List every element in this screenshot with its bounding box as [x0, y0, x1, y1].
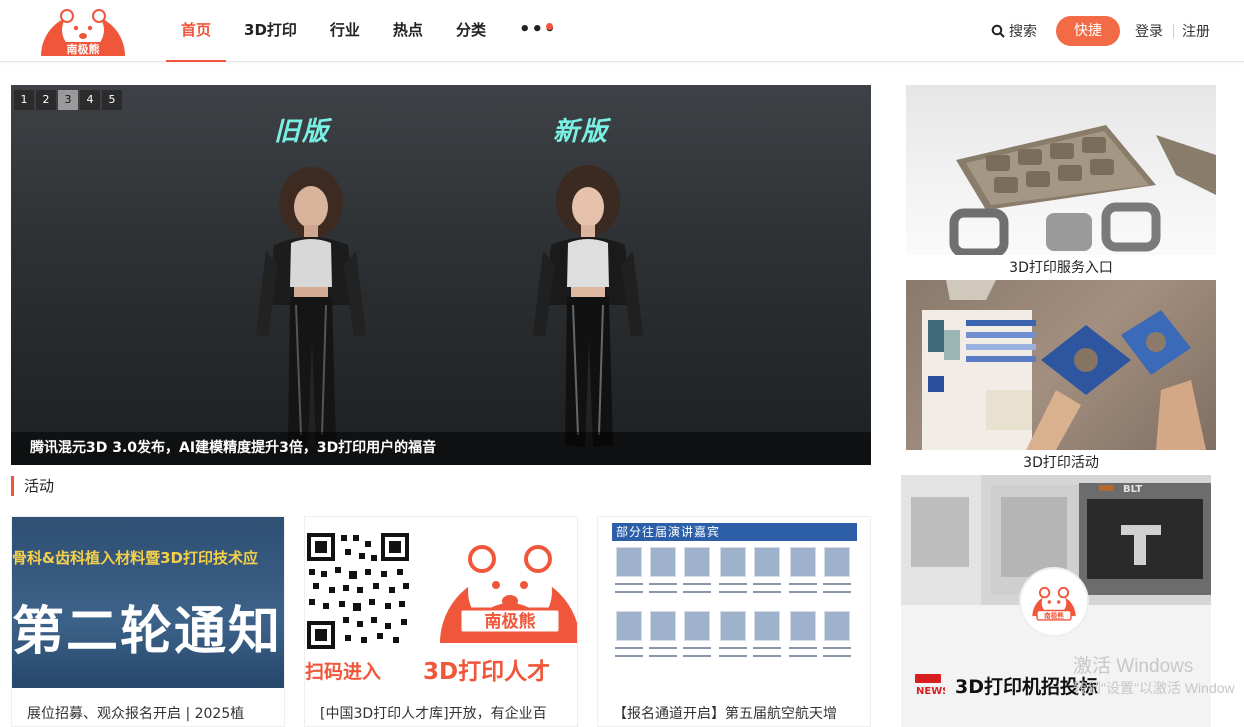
- talent-label: 3D打印人才: [423, 659, 551, 685]
- nav-item-industry[interactable]: 行业: [315, 0, 375, 62]
- site-header: 南极熊 首页 3D打印 行业 热点 分类 ••• 搜索 快捷 登录 注册: [0, 0, 1244, 62]
- activity-caption[interactable]: 3D打印活动: [906, 452, 1216, 472]
- card-image: 骨科&齿科植入材料暨3D打印技术应 第二轮通知: [12, 517, 284, 688]
- search-button[interactable]: 搜索: [991, 21, 1037, 41]
- pager-1[interactable]: 1: [14, 90, 34, 110]
- windows-activation-hint: 转到"设置"以激活 Window: [1073, 680, 1235, 696]
- card-image-title: 第二轮通知: [12, 602, 283, 662]
- character-new-figure: [533, 165, 643, 447]
- nav-item-category[interactable]: 分类: [441, 0, 501, 62]
- hero-slider[interactable]: 1 2 3 4 5 旧版 新版 腾讯混元3D 3.0发布，AI建模精度提升3倍，…: [11, 85, 871, 465]
- windows-activation-watermark: 激活 Windows: [1073, 656, 1194, 677]
- quick-button[interactable]: 快捷: [1056, 16, 1120, 46]
- hero-caption[interactable]: 腾讯混元3D 3.0发布，AI建模精度提升3倍，3D打印用户的福音: [30, 437, 436, 457]
- logo-icon: 南极熊: [1019, 567, 1089, 637]
- nav-item-home[interactable]: 首页: [166, 0, 227, 62]
- search-label: 搜索: [1009, 24, 1037, 40]
- nav-item-hot[interactable]: 热点: [378, 0, 438, 62]
- divider: [1173, 24, 1174, 38]
- notification-dot: [545, 23, 553, 30]
- pager-5[interactable]: 5: [102, 90, 122, 110]
- nav-more-button[interactable]: •••: [504, 0, 566, 62]
- character-old-figure: [256, 167, 366, 447]
- login-link[interactable]: 登录: [1135, 21, 1163, 41]
- search-icon: [991, 24, 1005, 38]
- svg-text:BLT: BLT: [1123, 484, 1142, 495]
- svg-text:南极熊: 南极熊: [485, 611, 536, 632]
- nav-item-3d-printing[interactable]: 3D打印: [229, 0, 312, 62]
- card-title[interactable]: 展位招募、观众报名开启 | 2025植: [27, 703, 271, 725]
- speakers-heading: 部分往届演讲嘉宾: [612, 523, 857, 541]
- card-image: 部分往届演讲嘉宾: [598, 517, 870, 688]
- main-nav: 首页 3D打印 行业 热点 分类 •••: [166, 0, 569, 62]
- new-version-label: 新版: [553, 117, 610, 147]
- logo-icon[interactable]: 南极熊: [38, 2, 128, 58]
- card-image-subtitle: 骨科&齿科植入材料暨3D打印技术应: [12, 549, 258, 567]
- pager-3[interactable]: 3: [58, 90, 78, 110]
- activity-card[interactable]: 扫码进入 南极熊 3D打印人才 [中国3D打印人才库]开放，有企业百: [304, 516, 578, 727]
- pager-4[interactable]: 4: [80, 90, 100, 110]
- section-title-activity: 活动: [11, 476, 54, 496]
- activity-card[interactable]: 部分往届演讲嘉宾 【报名通道开启】第五届航空航天增: [597, 516, 871, 727]
- news-badge-icon: NEWS 头条: [915, 674, 945, 696]
- old-version-label: 旧版: [274, 117, 331, 147]
- activity-image[interactable]: [906, 280, 1216, 450]
- register-link[interactable]: 注册: [1182, 21, 1210, 41]
- service-entry-image[interactable]: [906, 85, 1216, 255]
- svg-text:南极熊: 南极熊: [67, 42, 100, 56]
- svg-text:南极熊: 南极熊: [1044, 611, 1064, 620]
- service-entry-caption[interactable]: 3D打印服务入口: [906, 257, 1216, 277]
- svg-text:NEWS 头条: NEWS 头条: [916, 684, 945, 696]
- card-image: 扫码进入 南极熊 3D打印人才: [305, 517, 577, 688]
- qr-code-icon: [305, 531, 411, 651]
- card-title[interactable]: 【报名通道开启】第五届航空航天增: [613, 703, 857, 725]
- scan-label: 扫码进入: [305, 661, 382, 683]
- card-title[interactable]: [中国3D打印人才库]开放，有企业百: [320, 703, 564, 725]
- color-swatches-image: [922, 280, 1206, 450]
- printed-molds-image: [949, 125, 1216, 255]
- logo-icon: 南极熊: [440, 545, 577, 643]
- activity-card[interactable]: 骨科&齿科植入材料暨3D打印技术应 第二轮通知 展位招募、观众报名开启 | 20…: [11, 516, 285, 727]
- slider-pager: 1 2 3 4 5: [14, 90, 122, 110]
- pager-2[interactable]: 2: [36, 90, 56, 110]
